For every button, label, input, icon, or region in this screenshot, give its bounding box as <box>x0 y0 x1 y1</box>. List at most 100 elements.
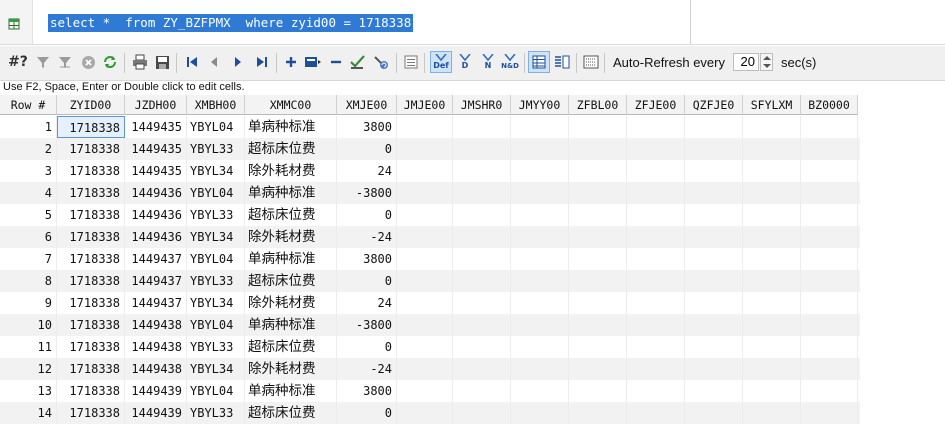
table-row[interactable]: 14 1718338 1449439 YBYL33 超标床位费 0 <box>0 402 860 424</box>
table-cell[interactable] <box>685 182 743 204</box>
table-cell[interactable] <box>397 358 453 380</box>
column-header[interactable]: SFYLXM <box>743 95 801 115</box>
column-header[interactable]: ZYID00 <box>57 95 125 115</box>
table-cell[interactable] <box>569 248 627 270</box>
table-cell[interactable]: -3800 <box>337 314 397 336</box>
auto-refresh-spinner[interactable] <box>760 53 773 71</box>
table-cell[interactable]: YBYL34 <box>187 226 245 248</box>
table-cell[interactable] <box>627 380 685 402</box>
table-cell[interactable] <box>627 248 685 270</box>
table-cell[interactable]: YBYL33 <box>187 204 245 226</box>
table-cell[interactable] <box>453 358 511 380</box>
table-cell[interactable]: 3800 <box>337 380 397 402</box>
table-cell[interactable] <box>511 160 569 182</box>
table-cell[interactable] <box>453 380 511 402</box>
prior-record-icon[interactable] <box>204 52 224 72</box>
table-cell[interactable] <box>511 248 569 270</box>
table-cell[interactable]: 1449436 <box>125 226 187 248</box>
table-cell[interactable] <box>569 270 627 292</box>
column-header[interactable]: ZFJE00 <box>627 95 685 115</box>
table-row[interactable]: 2 1718338 1449435 YBYL33 超标床位费 0 <box>0 138 860 160</box>
table-cell[interactable] <box>453 138 511 160</box>
table-cell[interactable]: 1718338 <box>57 358 125 380</box>
table-cell[interactable] <box>453 204 511 226</box>
table-cell[interactable] <box>511 138 569 160</box>
table-cell[interactable]: 0 <box>337 138 397 160</box>
table-cell[interactable] <box>743 116 801 138</box>
table-row[interactable]: 5 1718338 1449436 YBYL33 超标床位费 0 <box>0 204 860 226</box>
table-cell[interactable] <box>397 380 453 402</box>
table-cell[interactable]: 1449438 <box>125 358 187 380</box>
table-cell[interactable] <box>685 314 743 336</box>
table-cell[interactable]: 1718338 <box>57 248 125 270</box>
save-icon[interactable] <box>152 52 172 72</box>
d-button[interactable]: D <box>455 52 475 72</box>
table-cell[interactable] <box>685 402 743 424</box>
table-cell[interactable] <box>743 314 801 336</box>
table-cell[interactable] <box>511 292 569 314</box>
table-cell[interactable] <box>801 138 858 160</box>
table-cell[interactable] <box>743 270 801 292</box>
table-cell[interactable] <box>801 248 858 270</box>
table-row[interactable]: 10 1718338 1449438 YBYL04 单病种标准 -3800 <box>0 314 860 336</box>
table-cell[interactable]: 1449437 <box>125 270 187 292</box>
table-cell[interactable]: YBYL04 <box>187 182 245 204</box>
table-cell[interactable] <box>511 358 569 380</box>
table-cell[interactable] <box>397 292 453 314</box>
table-cell[interactable] <box>397 314 453 336</box>
table-cell[interactable]: YBYL04 <box>187 116 245 138</box>
table-cell[interactable]: YBYL33 <box>187 402 245 424</box>
grid-view-icon[interactable] <box>528 51 550 73</box>
table-cell[interactable] <box>453 270 511 292</box>
table-row[interactable]: 4 1718338 1449436 YBYL04 单病种标准 -3800 <box>0 182 860 204</box>
table-cell[interactable]: 1449438 <box>125 336 187 358</box>
column-header[interactable]: XMMC00 <box>245 95 337 115</box>
table-cell[interactable] <box>685 336 743 358</box>
table-cell[interactable]: 24 <box>337 160 397 182</box>
table-cell[interactable] <box>511 270 569 292</box>
table-cell[interactable]: 1718338 <box>57 270 125 292</box>
table-cell[interactable]: YBYL33 <box>187 138 245 160</box>
table-cell[interactable] <box>801 204 858 226</box>
table-cell[interactable] <box>685 160 743 182</box>
table-cell[interactable]: 1718338 <box>57 160 125 182</box>
table-cell[interactable] <box>685 270 743 292</box>
table-cell[interactable]: 单病种标准 <box>245 182 337 204</box>
insert-row-icon[interactable] <box>303 52 323 72</box>
table-cell[interactable]: -24 <box>337 358 397 380</box>
table-cell[interactable] <box>685 248 743 270</box>
table-row[interactable]: 13 1718338 1449439 YBYL04 单病种标准 3800 <box>0 380 860 402</box>
table-cell[interactable] <box>685 358 743 380</box>
column-header[interactable]: JMYY00 <box>511 95 569 115</box>
table-cell[interactable] <box>743 358 801 380</box>
table-cell[interactable]: 超标床位费 <box>245 138 337 160</box>
table-cell[interactable]: YBYL34 <box>187 358 245 380</box>
column-header[interactable]: BZ0000 <box>801 95 858 115</box>
table-cell[interactable]: 除外耗材费 <box>245 226 337 248</box>
spin-up-icon[interactable] <box>763 56 771 60</box>
table-cell[interactable] <box>453 116 511 138</box>
delete-record-icon[interactable] <box>326 52 346 72</box>
table-cell[interactable] <box>743 292 801 314</box>
table-cell[interactable] <box>397 182 453 204</box>
post-edit-icon[interactable] <box>348 52 368 72</box>
column-header[interactable]: XMJE00 <box>337 95 397 115</box>
table-cell[interactable]: YBYL34 <box>187 292 245 314</box>
table-cell[interactable] <box>397 226 453 248</box>
table-cell[interactable] <box>627 336 685 358</box>
refresh-icon[interactable] <box>100 52 120 72</box>
table-cell[interactable] <box>627 138 685 160</box>
table-cell[interactable] <box>801 336 858 358</box>
table-cell[interactable]: -3800 <box>337 182 397 204</box>
column-header[interactable]: JMSHR0 <box>453 95 511 115</box>
table-cell[interactable]: YBYL04 <box>187 314 245 336</box>
table-cell[interactable]: 0 <box>337 402 397 424</box>
table-cell[interactable]: 1718338 <box>57 138 125 160</box>
table-cell[interactable] <box>569 116 627 138</box>
table-row[interactable]: 12 1718338 1449438 YBYL34 除外耗材费 -24 <box>0 358 860 380</box>
def-button[interactable]: Def <box>430 51 452 73</box>
table-cell[interactable]: 1718338 <box>57 204 125 226</box>
table-cell[interactable]: 1718338 <box>57 182 125 204</box>
table-cell[interactable] <box>397 138 453 160</box>
table-cell[interactable] <box>511 336 569 358</box>
